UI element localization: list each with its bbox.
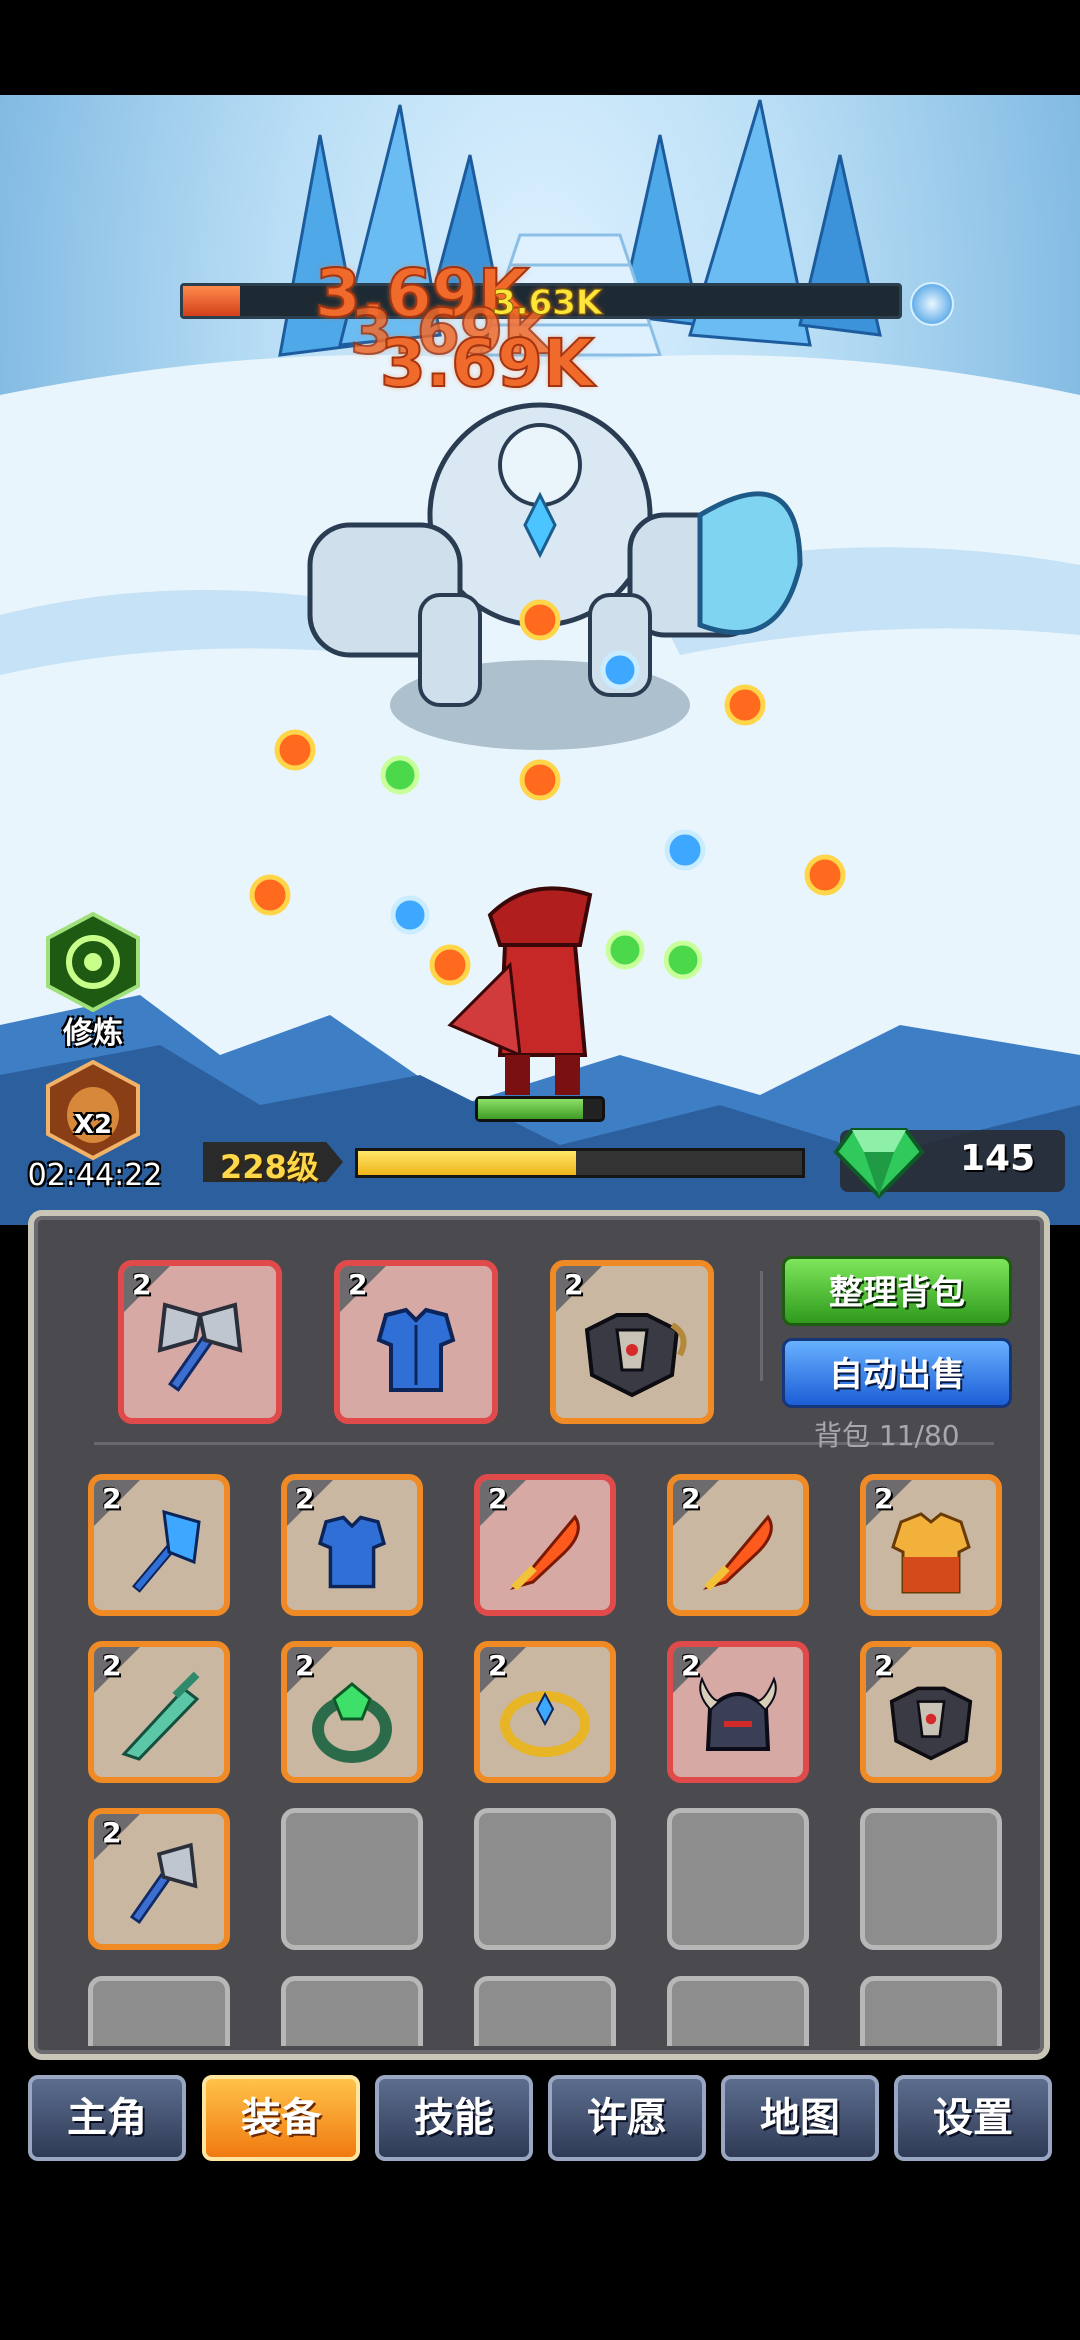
axe-icon — [157, 1302, 243, 1392]
divider — [760, 1271, 763, 1381]
ice-background — [0, 99, 1080, 1225]
empty-slot[interactable] — [88, 1976, 230, 2046]
hero-health-fill — [478, 1099, 584, 1119]
emerald-gem-icon — [833, 1128, 925, 1199]
hero-health-bar — [475, 1096, 605, 1122]
train-label: 修炼 — [63, 1016, 123, 1051]
cultivate-icon — [46, 911, 140, 1013]
gold-armor-icon — [891, 1511, 971, 1593]
damage-number: 3.69K — [379, 324, 595, 403]
tab-hero[interactable]: 主角 — [28, 2075, 186, 2161]
equipped-slot-armor[interactable]: 2 — [334, 1260, 498, 1424]
tab-map[interactable]: 地图 — [721, 2075, 879, 2161]
axe-icon — [129, 1842, 198, 1924]
inventory-slot[interactable]: 2 — [281, 1474, 423, 1616]
blue-armor-icon — [376, 1307, 456, 1392]
inventory-slot[interactable]: 2 — [88, 1641, 230, 1783]
empty-slot[interactable] — [281, 1976, 423, 2046]
damage-number-small: 3.63K — [491, 283, 603, 324]
tab-settings[interactable]: 设置 — [894, 2075, 1052, 2161]
empty-slot[interactable] — [860, 1808, 1002, 1950]
inventory-slot[interactable]: 2 — [860, 1474, 1002, 1616]
ice-mace-icon — [132, 1509, 201, 1593]
empty-slot[interactable] — [667, 1808, 809, 1950]
flame-sword-icon — [702, 1513, 773, 1591]
tab-skills[interactable]: 技能 — [375, 2075, 533, 2161]
experience-bar — [355, 1148, 805, 1178]
empty-slot[interactable] — [474, 1976, 616, 2046]
bag-capacity: 背包 11/80 — [814, 1419, 960, 1452]
inventory-slot[interactable]: 2 — [474, 1474, 616, 1616]
empty-slot[interactable] — [667, 1976, 809, 2046]
inventory-slot[interactable]: 2 — [474, 1641, 616, 1783]
horned-helmet-icon — [699, 1675, 777, 1751]
empty-slot[interactable] — [474, 1808, 616, 1950]
boost-timer: 02:44:22 — [27, 1158, 163, 1193]
empty-slot[interactable] — [860, 1976, 1002, 2046]
equipped-slot-chest[interactable]: 2 — [550, 1260, 714, 1424]
gem-count: 145 — [960, 1138, 1036, 1179]
tab-wish[interactable]: 许愿 — [548, 2075, 706, 2161]
blue-armor-icon — [317, 1515, 387, 1588]
boss-health-fill — [183, 286, 241, 316]
inventory-panel: 2 2 2 整理背包 自动出售 背包 11/80 2 2 2 2 2 2 2 2… — [28, 1210, 1050, 2060]
jade-sword-icon — [121, 1671, 200, 1761]
player-level: 228级 — [220, 1148, 319, 1186]
equipped-slot-weapon[interactable]: 2 — [118, 1260, 282, 1424]
sort-bag-button[interactable]: 整理背包 — [782, 1256, 1012, 1326]
inventory-slot[interactable]: 2 — [88, 1808, 230, 1950]
double-label: X2 — [73, 1110, 113, 1140]
auto-sell-button[interactable]: 自动出售 — [782, 1338, 1012, 1408]
gold-crown-icon — [500, 1690, 590, 1757]
inventory-slot[interactable]: 2 — [281, 1641, 423, 1783]
inventory-slot[interactable]: 2 — [88, 1474, 230, 1616]
empty-slot[interactable] — [281, 1808, 423, 1950]
battle-scene: 3.69K 3.69K 3.69K 3.63K — [0, 95, 1080, 1225]
ice-element-icon — [910, 282, 954, 326]
dark-chest-armor-icon — [889, 1686, 973, 1760]
inventory-slot[interactable]: 2 — [667, 1641, 809, 1783]
inventory-slot[interactable]: 2 — [667, 1474, 809, 1616]
train-button[interactable] — [43, 911, 143, 1013]
experience-fill — [358, 1151, 576, 1175]
inventory-slot[interactable]: 2 — [860, 1641, 1002, 1783]
tab-equipment[interactable]: 装备 — [202, 2075, 360, 2161]
dark-chest-armor-icon — [584, 1312, 687, 1397]
emerald-ring-icon — [312, 1681, 392, 1763]
flame-sword-icon — [509, 1513, 580, 1591]
inventory-scroll-area[interactable] — [34, 1976, 1044, 2046]
